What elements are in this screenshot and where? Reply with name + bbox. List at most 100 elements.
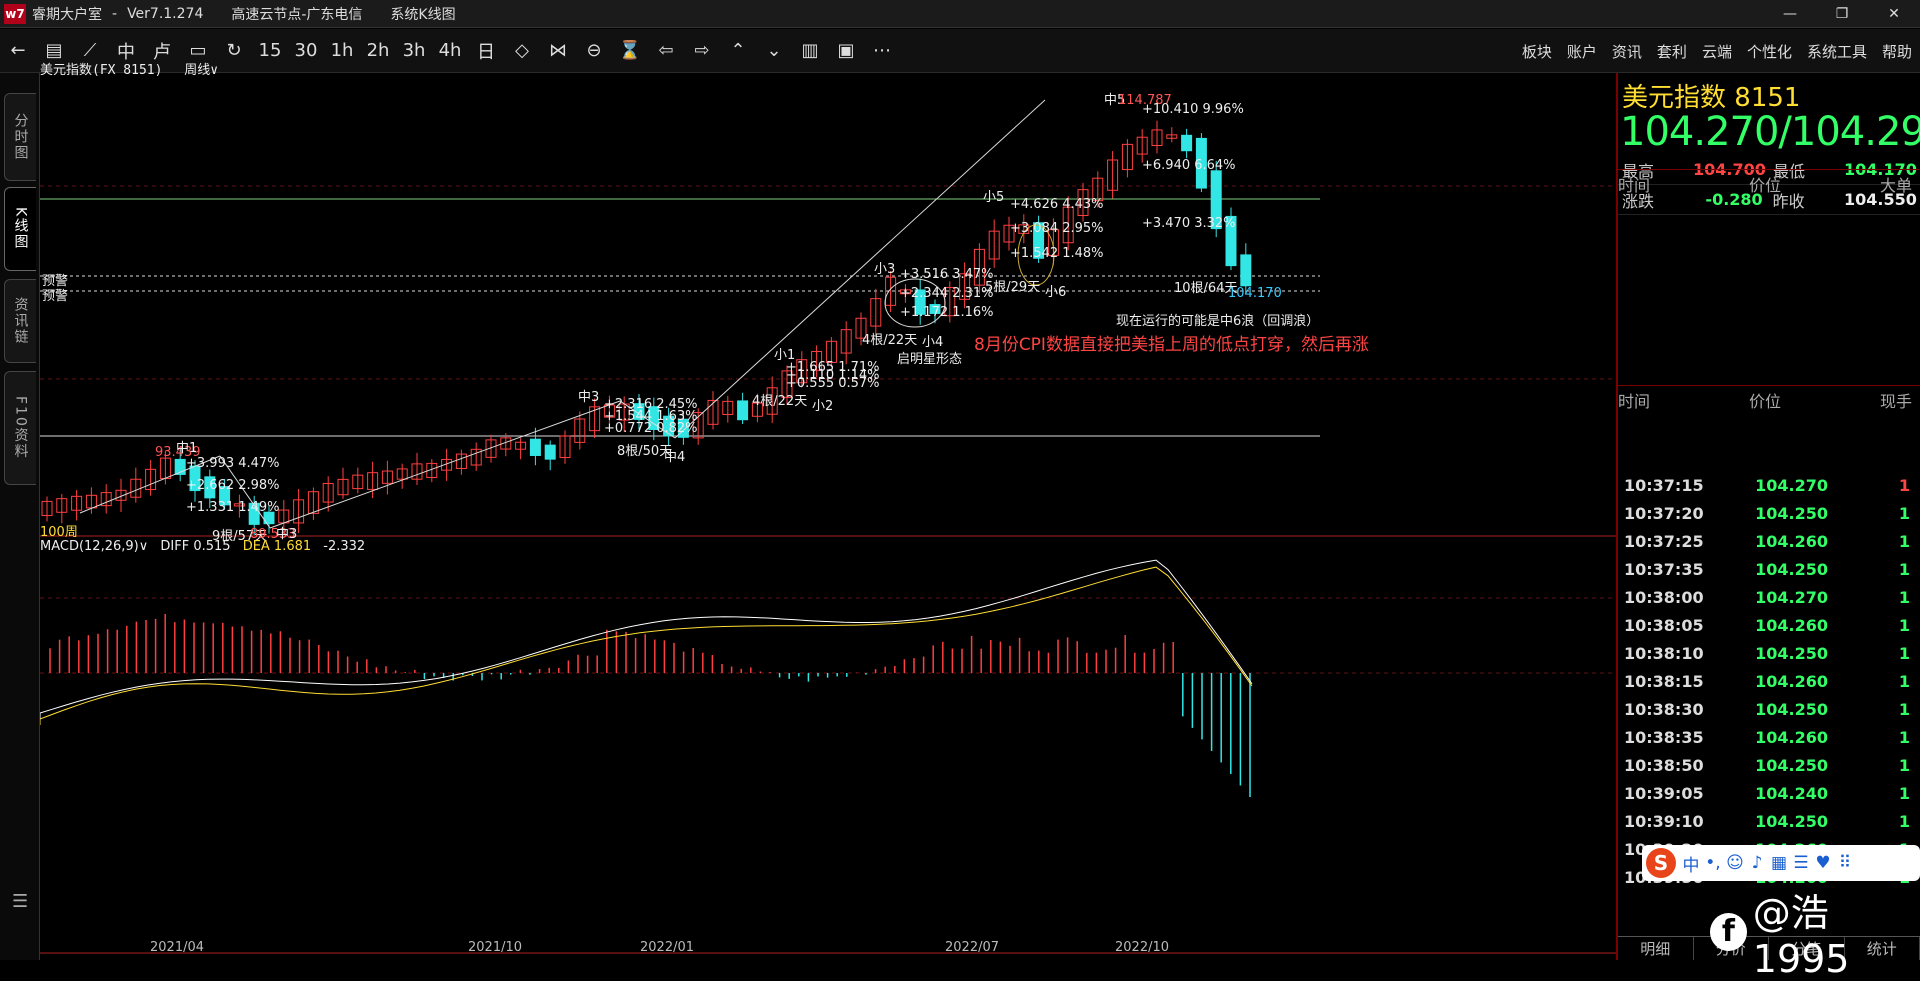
tick-row: 10:38:00104.2701: [1618, 583, 1920, 611]
quote-panel: 美元指数 8151 104.270/104.290 最高104.700最低104…: [1616, 73, 1920, 960]
title-bar: w7 睿期大户室 - Ver7.1.274 高速云节点-广东电信 系统K线图 —…: [0, 0, 1920, 28]
candle-body: [738, 401, 748, 420]
col-volume: 现手: [1814, 388, 1920, 412]
tick-time: 10:38:00: [1618, 588, 1718, 607]
arrow-right-icon[interactable]: ⇨: [684, 35, 720, 67]
ime-skin-icon[interactable]: ♥: [1812, 853, 1834, 873]
tick-volume: 1: [1828, 504, 1920, 523]
layout-icon[interactable]: ▥: [792, 35, 828, 67]
nav-timeshare[interactable]: 分时图: [4, 93, 36, 181]
chart-header: 美元指数(FX 8151) 周线∨: [40, 59, 218, 78]
title-separator: -: [112, 6, 117, 22]
macd-value: -2.332: [323, 539, 365, 554]
ime-keyboard-icon[interactable]: ▦: [1768, 853, 1790, 873]
annotation: +10.410 9.96%: [1142, 102, 1244, 117]
tick-time: 10:38:30: [1618, 700, 1718, 719]
annotation: +4.626 4.43%: [1010, 197, 1104, 212]
ime-lang-icon[interactable]: 中: [1680, 851, 1702, 876]
tick-row: 10:38:05104.2601: [1618, 611, 1920, 639]
nav-news-chain[interactable]: 资讯链: [4, 279, 36, 363]
tick-row: 10:37:20104.2501: [1618, 499, 1920, 527]
annotation: 8月份CPI数据直接把美指上周的低点打穿，然后再涨: [974, 335, 1369, 355]
period-3h[interactable]: 3h: [396, 35, 432, 67]
tick-row: 10:37:35104.2501: [1618, 555, 1920, 583]
annotation: 中3: [578, 390, 599, 405]
more-icon[interactable]: ⋯: [864, 35, 900, 67]
menu-bankuai[interactable]: 板块: [1522, 41, 1552, 62]
tick-volume: 1: [1828, 812, 1920, 831]
tick-volume: 1: [1828, 532, 1920, 551]
tick-row: 10:37:25104.2601: [1618, 527, 1920, 555]
tick-volume: 1: [1828, 784, 1920, 803]
ime-punct-icon[interactable]: •,: [1702, 853, 1724, 873]
server-name: 高速云节点-广东电信: [231, 4, 362, 24]
tab-detail[interactable]: 明细: [1618, 937, 1694, 960]
period-30m[interactable]: 30: [288, 35, 324, 67]
ime-menu-icon[interactable]: ☰: [1790, 853, 1812, 873]
annotation: +0.555 0.57%: [786, 376, 880, 391]
diamond-icon[interactable]: ◇: [504, 35, 540, 67]
ime-voice-icon[interactable]: ♪: [1746, 853, 1768, 873]
hourglass-icon[interactable]: ⌛: [612, 35, 648, 67]
tick-price: 104.240: [1718, 784, 1828, 803]
period-4h[interactable]: 4h: [432, 35, 468, 67]
back-icon[interactable]: ←: [0, 35, 36, 67]
app-name: 睿期大户室: [32, 4, 102, 24]
ticks-list[interactable]: 10:37:15104.270110:37:20104.250110:37:25…: [1618, 471, 1920, 891]
menu-cloud[interactable]: 云端: [1702, 41, 1732, 62]
tick-row: 10:37:15104.2701: [1618, 471, 1920, 499]
menu-news[interactable]: 资讯: [1612, 41, 1642, 62]
period-selector[interactable]: 周线∨: [184, 63, 218, 78]
period-1h[interactable]: 1h: [324, 35, 360, 67]
macd-title[interactable]: MACD(12,26,9)∨: [40, 539, 148, 554]
refresh-icon[interactable]: ↻: [216, 35, 252, 67]
tick-volume: 1: [1828, 728, 1920, 747]
menu-personalize[interactable]: 个性化: [1747, 41, 1792, 62]
tick-price: 104.250: [1718, 644, 1828, 663]
tick-price: 104.260: [1718, 672, 1828, 691]
tick-time: 10:38:10: [1618, 644, 1718, 663]
period-2h[interactable]: 2h: [360, 35, 396, 67]
col-time: 时间: [1618, 172, 1716, 196]
sogou-logo-icon[interactable]: S: [1646, 848, 1676, 878]
x-axis-label: 2022/10: [1115, 940, 1169, 955]
col-time: 时间: [1618, 388, 1716, 412]
macd-dea: DEA 1.681: [243, 539, 311, 554]
menu-arbitrage[interactable]: 套利: [1657, 41, 1687, 62]
maximize-button[interactable]: ❐: [1816, 0, 1868, 28]
tick-time: 10:39:05: [1618, 784, 1718, 803]
ime-grid-icon[interactable]: ⠿: [1834, 853, 1856, 873]
menu-help[interactable]: 帮助: [1882, 41, 1912, 62]
tick-time: 10:37:15: [1618, 476, 1718, 495]
menu-account[interactable]: 账户: [1567, 41, 1597, 62]
annotation: +2.344 2.31%: [900, 286, 994, 301]
quote-price: 104.270/104.290: [1620, 109, 1920, 155]
annotation: +3.993 4.47%: [186, 456, 280, 471]
tick-volume: 1: [1828, 588, 1920, 607]
nav-kline[interactable]: K线图: [4, 187, 36, 271]
candle-body: [1241, 255, 1251, 286]
tick-volume: 1: [1828, 672, 1920, 691]
ime-toolbar[interactable]: S 中 •, ☺ ♪ ▦ ☰ ♥ ⠿: [1642, 845, 1920, 881]
tick-row: 10:39:10104.2501: [1618, 807, 1920, 835]
ime-emoji-icon[interactable]: ☺: [1724, 853, 1746, 873]
list-icon[interactable]: ☰: [12, 891, 28, 912]
windows-icon[interactable]: ▣: [828, 35, 864, 67]
period-day[interactable]: 日: [468, 35, 504, 67]
nav-f10[interactable]: F10资料: [4, 371, 36, 485]
bowtie-icon[interactable]: ⋈: [540, 35, 576, 67]
tick-volume: 1: [1828, 700, 1920, 719]
close-button[interactable]: ✕: [1868, 0, 1920, 28]
menu-tools[interactable]: 系统工具: [1807, 41, 1867, 62]
tick-volume: 1: [1828, 644, 1920, 663]
tick-row: 10:38:15104.2601: [1618, 667, 1920, 695]
tick-price: 104.250: [1718, 700, 1828, 719]
annotation: 小3: [874, 262, 895, 277]
arrow-left-icon[interactable]: ⇦: [648, 35, 684, 67]
kline-chart-area[interactable]: 93.439中1+3.993 4.47%+2.662 2.98%+1.331 1…: [40, 73, 1616, 960]
minimize-button[interactable]: —: [1764, 0, 1816, 28]
period-15m[interactable]: 15: [252, 35, 288, 67]
minus-circle-icon[interactable]: ⊖: [576, 35, 612, 67]
chevron-down-icon[interactable]: ⌄: [756, 35, 792, 67]
chevron-up-icon[interactable]: ⌃: [720, 35, 756, 67]
